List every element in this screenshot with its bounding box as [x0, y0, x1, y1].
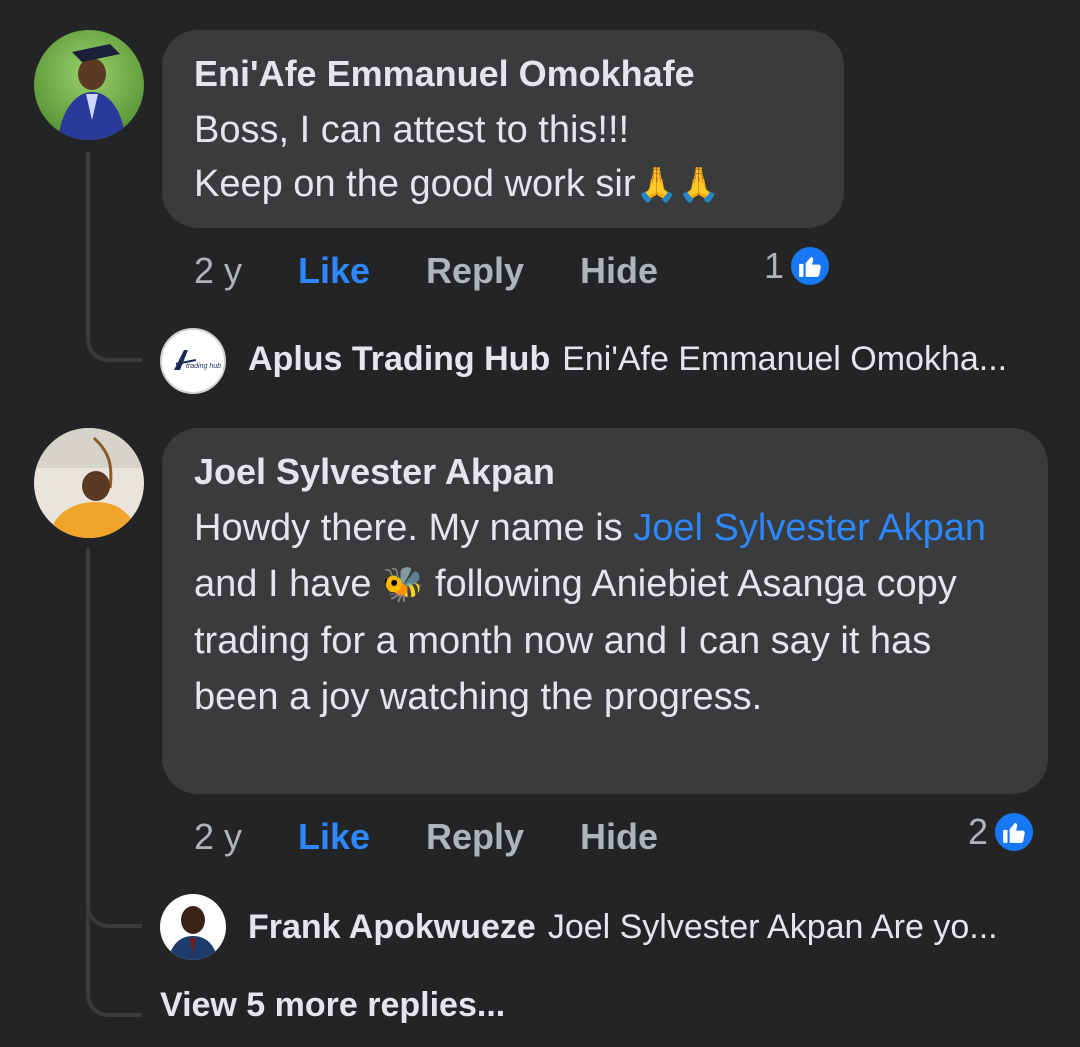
thread-connector-elbow: [86, 925, 142, 1017]
thumbs-up-icon: [788, 244, 833, 288]
comment-text-fragment: Howdy there. My name is: [194, 507, 634, 549]
praying-hands-emoji: 🙏🙏: [635, 166, 721, 204]
hide-button[interactable]: Hide: [580, 250, 658, 292]
avatar-joel[interactable]: [34, 428, 144, 538]
comment-bubble: Eni'Afe Emmanuel Omokhafe Boss, I can at…: [162, 30, 844, 228]
reply-author[interactable]: Aplus Trading Hub: [248, 340, 550, 379]
avatar-frank[interactable]: [160, 894, 226, 960]
reaction-summary[interactable]: 2: [968, 810, 1037, 854]
view-more-replies-link[interactable]: View 5 more replies...: [160, 986, 505, 1025]
comment-text-fragment: Keep on the good work sir: [194, 163, 636, 205]
thumbs-up-icon: [992, 810, 1037, 854]
comment-actions: 2 y Like Reply Hide: [194, 816, 694, 860]
comment-actions: 2 y Like Reply Hide: [194, 250, 694, 294]
reply-author[interactable]: Frank Apokwueze: [248, 908, 536, 947]
thread-connector: [86, 548, 90, 928]
aplus-logo-text: trading hub: [186, 363, 221, 370]
like-button[interactable]: Like: [298, 816, 370, 858]
comments-thread: Eni'Afe Emmanuel Omokhafe Boss, I can at…: [0, 0, 1080, 1047]
avatar-eniafe[interactable]: [34, 30, 144, 140]
reply-text: Eni'Afe Emmanuel Omokha...: [562, 340, 1008, 378]
comment-author[interactable]: Joel Sylvester Akpan: [194, 450, 1016, 494]
reply-text: Joel Sylvester Akpan Are yo...: [547, 908, 998, 946]
comment-text-line: Boss, I can attest to this!!!: [194, 109, 630, 151]
comment-text: Boss, I can attest to this!!! Keep on th…: [194, 102, 812, 213]
reply-preview[interactable]: Aplus Trading Hub Eni'Afe Emmanuel Omokh…: [248, 340, 1007, 379]
avatar-aplus-trading-hub[interactable]: trading hub: [160, 328, 226, 394]
mention-link[interactable]: Joel Sylvester Akpan: [633, 507, 986, 549]
comment-text-fragment: and I have: [194, 563, 372, 605]
comment-timestamp[interactable]: 2 y: [194, 816, 242, 858]
reply-preview[interactable]: Frank Apokwueze Joel Sylvester Akpan Are…: [248, 908, 998, 947]
reaction-count: 1: [764, 245, 785, 286]
bee-emoji: 🐝: [382, 566, 425, 604]
comment-text-line: Keep on the good work sir🙏🙏: [194, 156, 812, 213]
comment-bubble: Joel Sylvester Akpan Howdy there. My nam…: [162, 428, 1048, 794]
comment-timestamp[interactable]: 2 y: [194, 250, 242, 292]
hide-button[interactable]: Hide: [580, 816, 658, 858]
thread-connector-elbow: [86, 880, 142, 928]
reply-button[interactable]: Reply: [426, 250, 524, 292]
like-button[interactable]: Like: [298, 250, 370, 292]
comment-author[interactable]: Eni'Afe Emmanuel Omokhafe: [194, 52, 812, 96]
reply-button[interactable]: Reply: [426, 816, 524, 858]
thread-connector-elbow: [86, 300, 142, 362]
comment-text: Howdy there. My name is Joel Sylvester A…: [194, 500, 1016, 725]
reaction-count: 2: [968, 811, 989, 852]
reaction-summary[interactable]: 1: [764, 244, 833, 288]
